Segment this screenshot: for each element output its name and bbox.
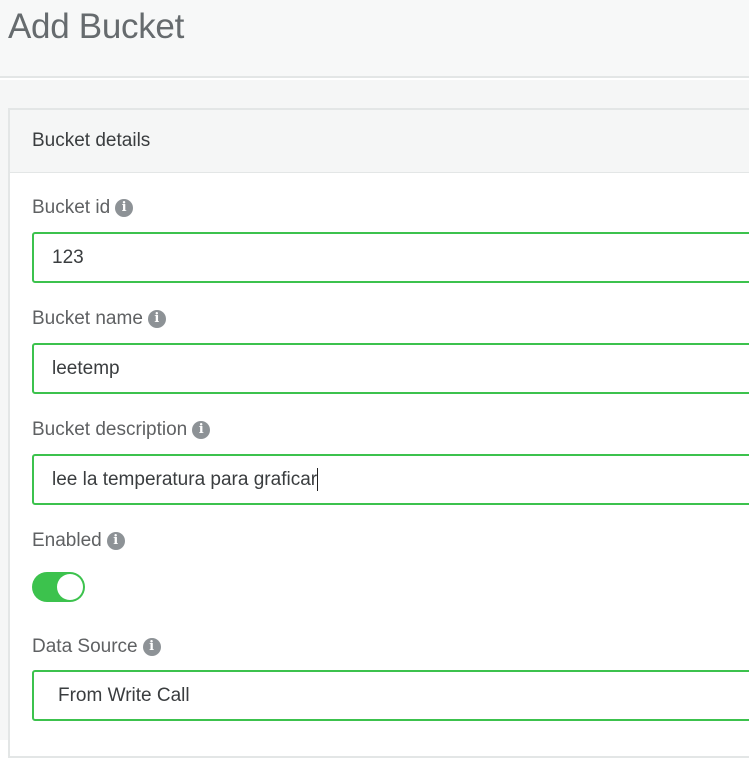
data-source-selected-value: From Write Call bbox=[58, 685, 190, 706]
enabled-label: Enabled i bbox=[32, 530, 125, 552]
page-title: Add Bucket bbox=[8, 7, 184, 46]
info-icon[interactable]: i bbox=[115, 199, 134, 217]
toggle-knob bbox=[57, 574, 83, 600]
info-icon[interactable]: i bbox=[106, 532, 125, 550]
bucket-description-label-text: Bucket description bbox=[32, 419, 188, 440]
bucket-id-label-text: Bucket id bbox=[32, 197, 111, 218]
panel-title: Bucket details bbox=[32, 130, 151, 151]
data-source-label: Data Source i bbox=[32, 636, 161, 658]
bucket-name-label: Bucket name i bbox=[32, 308, 166, 330]
bucket-description-value: lee la temperatura para graficar bbox=[52, 469, 318, 490]
text-caret bbox=[317, 468, 319, 492]
enabled-toggle[interactable] bbox=[32, 572, 85, 602]
bucket-name-label-text: Bucket name bbox=[32, 308, 143, 329]
bucket-description-input[interactable]: lee la temperatura para graficar bbox=[32, 454, 749, 505]
info-icon[interactable]: i bbox=[147, 310, 166, 328]
bucket-description-label: Bucket description i bbox=[32, 419, 211, 441]
data-source-label-text: Data Source bbox=[32, 636, 138, 657]
bucket-id-label: Bucket id i bbox=[32, 197, 134, 219]
enabled-label-text: Enabled bbox=[32, 530, 102, 551]
panel-heading: Bucket details bbox=[10, 110, 749, 173]
info-icon[interactable]: i bbox=[192, 421, 211, 439]
info-icon[interactable]: i bbox=[142, 638, 161, 656]
data-source-select[interactable]: From Write Call bbox=[32, 670, 749, 721]
bucket-id-input[interactable] bbox=[32, 232, 749, 283]
page-header: Add Bucket bbox=[0, 0, 749, 78]
bucket-name-input[interactable] bbox=[32, 343, 749, 394]
